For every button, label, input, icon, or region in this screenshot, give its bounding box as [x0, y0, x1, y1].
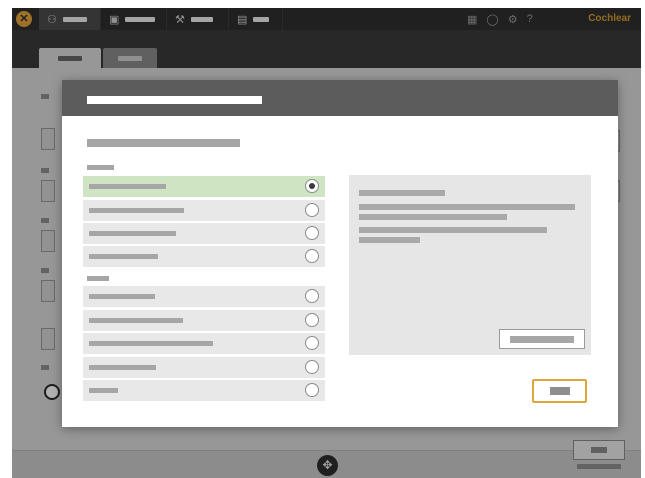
group-2-label	[87, 276, 109, 281]
group-1-label	[87, 165, 114, 170]
option-label	[89, 184, 166, 189]
info-text-line	[359, 204, 575, 210]
option-row[interactable]	[83, 333, 325, 354]
option-label	[89, 208, 184, 213]
info-heading	[359, 190, 445, 196]
ok-button[interactable]	[532, 379, 587, 403]
option-label	[89, 294, 155, 299]
info-panel-button[interactable]	[499, 329, 585, 349]
option-label	[89, 231, 176, 236]
option-label	[89, 318, 183, 323]
option-row[interactable]	[83, 200, 325, 221]
info-text-line	[359, 237, 420, 243]
info-text-line	[359, 227, 547, 233]
modal-subtitle	[87, 139, 240, 147]
radio-button[interactable]	[305, 226, 319, 240]
option-row[interactable]	[83, 286, 325, 307]
info-panel	[349, 175, 591, 355]
radio-button[interactable]	[305, 360, 319, 374]
radio-button[interactable]	[305, 179, 319, 193]
radio-button[interactable]	[305, 249, 319, 263]
button-label	[510, 335, 574, 343]
radio-button[interactable]	[305, 203, 319, 217]
modal-dialog	[62, 80, 618, 427]
option-label	[89, 254, 158, 259]
option-row[interactable]	[83, 357, 325, 378]
option-row[interactable]	[83, 176, 325, 197]
option-label	[89, 365, 156, 370]
option-label	[89, 388, 118, 393]
radio-button[interactable]	[305, 289, 319, 303]
radio-button[interactable]	[305, 336, 319, 350]
option-row[interactable]	[83, 380, 325, 401]
button-label	[549, 387, 570, 395]
modal-title	[87, 96, 262, 104]
info-text-line	[359, 214, 507, 220]
option-label	[89, 341, 213, 346]
radio-button[interactable]	[305, 313, 319, 327]
modal-header	[62, 80, 618, 116]
radio-selected-dot	[309, 183, 315, 189]
option-row[interactable]	[83, 310, 325, 331]
option-row[interactable]	[83, 246, 325, 267]
radio-button[interactable]	[305, 383, 319, 397]
app-window: ✕ ⚇ ▣ ⚒ ▤ ▦ ◯ ⚙ ? Cochlear ✥	[12, 8, 641, 478]
option-row[interactable]	[83, 223, 325, 244]
